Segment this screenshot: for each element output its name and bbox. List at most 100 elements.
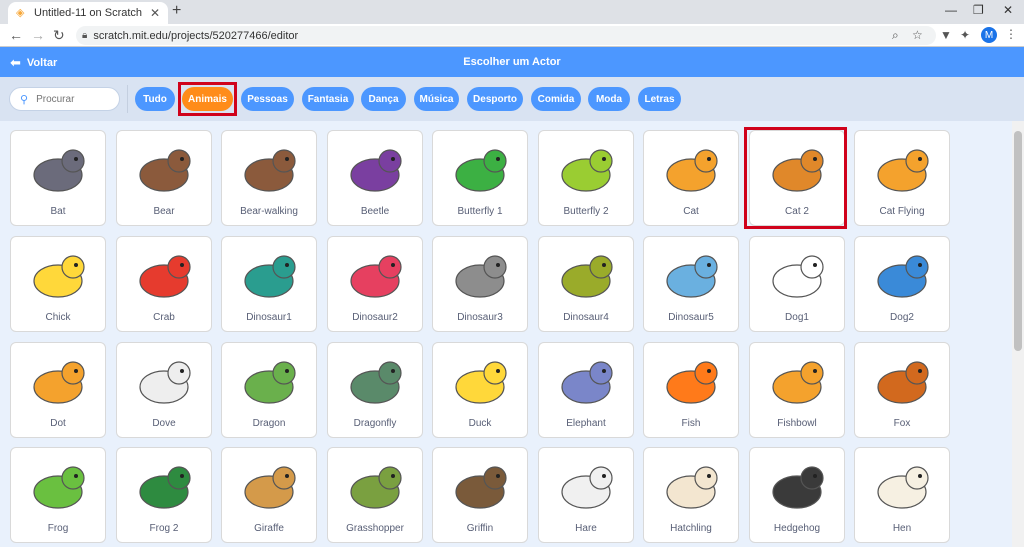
dinosaur2-thumbnail-icon xyxy=(350,255,402,298)
sprite-card-bear-walking[interactable]: Bear-walking xyxy=(221,130,317,226)
new-tab-icon[interactable]: + xyxy=(172,2,181,20)
sprite-card-dragonfly[interactable]: Dragonfly xyxy=(327,342,423,438)
sprite-name: Frog 2 xyxy=(149,523,179,534)
dinosaur4-thumbnail-icon xyxy=(561,255,613,298)
grid-scrollbar[interactable] xyxy=(1012,121,1024,547)
tag-musica[interactable]: Música xyxy=(414,87,459,111)
search-box[interactable]: ⚲ xyxy=(9,87,120,111)
tag-moda[interactable]: Moda xyxy=(588,87,630,111)
dragon-thumbnail-icon xyxy=(244,361,296,404)
search-icon: ⚲ xyxy=(20,93,29,106)
sprite-name: Crab xyxy=(153,312,175,323)
sprite-card-hen[interactable]: Hen xyxy=(854,447,950,543)
dog1-thumbnail-icon xyxy=(772,255,824,298)
sprite-card-dinosaur1[interactable]: Dinosaur1 xyxy=(221,236,317,332)
bear-walking-thumbnail-icon xyxy=(244,149,296,192)
sprite-name: Dinosaur1 xyxy=(246,312,292,323)
chick-thumbnail-icon xyxy=(33,255,85,298)
duck-thumbnail-icon xyxy=(455,361,507,404)
reload-icon[interactable]: ↻ xyxy=(53,27,65,44)
sprite-name: Duck xyxy=(468,418,492,429)
sprite-card-giraffe[interactable]: Giraffe xyxy=(221,447,317,543)
sprite-card-cat[interactable]: Cat xyxy=(643,130,739,226)
sprite-card-dinosaur5[interactable]: Dinosaur5 xyxy=(643,236,739,332)
sprite-card-hatchling[interactable]: Hatchling xyxy=(643,447,739,543)
sprite-card-dinosaur2[interactable]: Dinosaur2 xyxy=(327,236,423,332)
crab-thumbnail-icon xyxy=(139,255,191,298)
fox-thumbnail-icon xyxy=(877,361,929,404)
profile-avatar[interactable]: M xyxy=(981,27,997,43)
maximize-icon[interactable]: ❐ xyxy=(973,3,984,17)
close-window-icon[interactable]: ✕ xyxy=(1003,3,1013,17)
dove-thumbnail-icon xyxy=(139,361,191,404)
sprite-card-hedgehog[interactable]: Hedgehog xyxy=(749,447,845,543)
cat-thumbnail-icon xyxy=(666,149,718,192)
sprite-name: Dragon xyxy=(252,418,286,429)
tag-comida[interactable]: Comida xyxy=(531,87,581,111)
tag-pessoas[interactable]: Pessoas xyxy=(241,87,294,111)
forward-arrow-icon[interactable]: → xyxy=(31,27,45,43)
sprite-card-fox[interactable]: Fox xyxy=(854,342,950,438)
sprite-card-dinosaur4[interactable]: Dinosaur4 xyxy=(538,236,634,332)
sprite-card-frog[interactable]: Frog xyxy=(10,447,106,543)
library-title: Escolher um Actor xyxy=(463,56,561,68)
bookmark-star-icon[interactable]: ☆ xyxy=(912,28,923,42)
extensions-puzzle-icon[interactable]: ✦ xyxy=(960,28,970,42)
tag-fantasia[interactable]: Fantasia xyxy=(302,87,354,111)
tag-danca[interactable]: Dança xyxy=(361,87,406,111)
address-bar: ← → ↻ 🔒︎ scratch.mit.edu/projects/520277… xyxy=(0,24,1024,47)
tag-tudo[interactable]: Tudo xyxy=(135,87,175,111)
zoom-icon[interactable]: ⌕ xyxy=(892,28,899,43)
sprite-card-bat[interactable]: Bat xyxy=(10,130,106,226)
sprite-card-griffin[interactable]: Griffin xyxy=(432,447,528,543)
butterfly-2-thumbnail-icon xyxy=(561,149,613,192)
sprite-card-dog2[interactable]: Dog2 xyxy=(854,236,950,332)
sprite-card-dove[interactable]: Dove xyxy=(116,342,212,438)
highlight-box-cat-2 xyxy=(744,127,847,229)
sprite-name: Dinosaur2 xyxy=(352,312,398,323)
bat-thumbnail-icon xyxy=(33,149,85,192)
sprite-card-chick[interactable]: Chick xyxy=(10,236,106,332)
search-input[interactable] xyxy=(36,93,107,105)
sprite-name: Frog xyxy=(47,523,69,534)
close-tab-icon[interactable]: ✕ xyxy=(150,6,160,20)
sprite-card-hare[interactable]: Hare xyxy=(538,447,634,543)
sprite-card-dog1[interactable]: Dog1 xyxy=(749,236,845,332)
sprite-card-butterfly-2[interactable]: Butterfly 2 xyxy=(538,130,634,226)
extension-filter-icon[interactable]: ▼ xyxy=(940,28,952,42)
sprite-card-elephant[interactable]: Elephant xyxy=(538,342,634,438)
sprite-card-dot[interactable]: Dot xyxy=(10,342,106,438)
tag-letras[interactable]: Letras xyxy=(638,87,681,111)
sprite-card-bear[interactable]: Bear xyxy=(116,130,212,226)
browser-menu-icon[interactable]: ⋮ xyxy=(1005,27,1017,41)
sprite-card-duck[interactable]: Duck xyxy=(432,342,528,438)
sprite-card-fish[interactable]: Fish xyxy=(643,342,739,438)
dinosaur5-thumbnail-icon xyxy=(666,255,718,298)
sprite-card-frog-2[interactable]: Frog 2 xyxy=(116,447,212,543)
sprite-card-beetle[interactable]: Beetle xyxy=(327,130,423,226)
sprite-card-cat-flying[interactable]: Cat Flying xyxy=(854,130,950,226)
sprite-card-dinosaur3[interactable]: Dinosaur3 xyxy=(432,236,528,332)
sprite-card-fishbowl[interactable]: Fishbowl xyxy=(749,342,845,438)
cat-flying-thumbnail-icon xyxy=(877,149,929,192)
sprite-name: Beetle xyxy=(360,206,390,217)
minimize-icon[interactable]: — xyxy=(945,3,957,17)
scrollbar-thumb[interactable] xyxy=(1014,131,1022,351)
sprite-name: Bat xyxy=(50,206,66,217)
sprite-name: Bear-walking xyxy=(240,206,298,217)
tab-title: Untitled-11 on Scratch xyxy=(34,7,143,19)
sprite-name: Dinosaur3 xyxy=(457,312,503,323)
url-field[interactable]: 🔒︎ scratch.mit.edu/projects/520277466/ed… xyxy=(76,26,936,45)
browser-tab[interactable]: ◈ Untitled-11 on Scratch ✕ xyxy=(8,2,168,24)
sprite-name: Dove xyxy=(152,418,176,429)
sprite-name: Dog1 xyxy=(785,312,809,323)
sprite-name: Elephant xyxy=(566,418,606,429)
sprite-card-dragon[interactable]: Dragon xyxy=(221,342,317,438)
sprite-card-crab[interactable]: Crab xyxy=(116,236,212,332)
browser-tab-bar: ◈ Untitled-11 on Scratch ✕ + — ❐ ✕ xyxy=(0,0,1024,24)
tag-desporto[interactable]: Desporto xyxy=(467,87,523,111)
sprite-name: Butterfly 1 xyxy=(457,206,503,217)
sprite-card-butterfly-1[interactable]: Butterfly 1 xyxy=(432,130,528,226)
back-arrow-icon[interactable]: ← xyxy=(9,27,23,43)
sprite-card-grasshopper[interactable]: Grasshopper xyxy=(327,447,423,543)
